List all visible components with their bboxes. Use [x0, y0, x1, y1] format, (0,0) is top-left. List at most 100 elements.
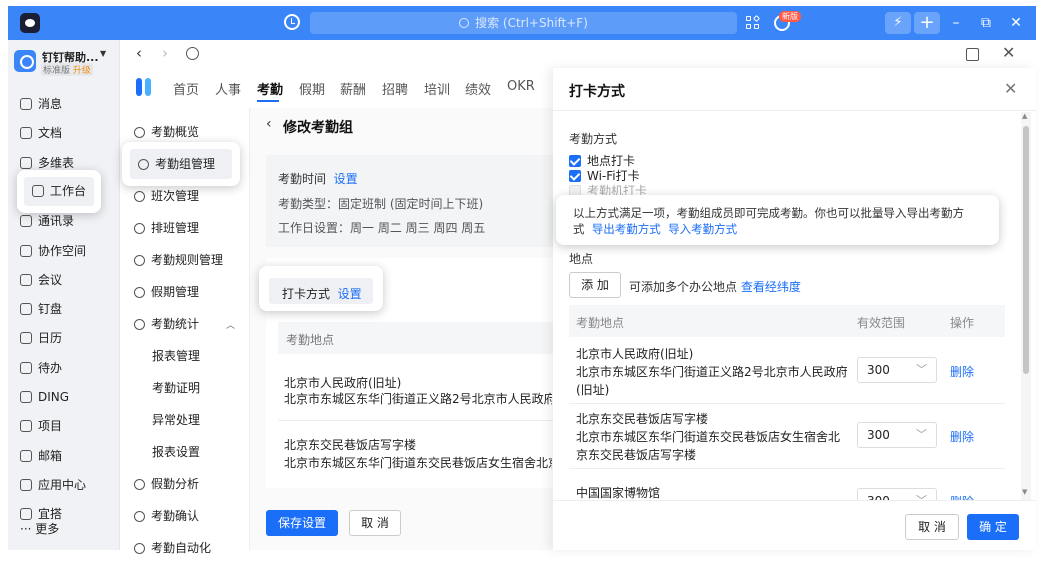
tab-2[interactable]: 考勤 — [257, 79, 283, 98]
upgrade-link[interactable]: 升级 — [73, 66, 91, 76]
sidebar-item-8[interactable]: 日历 — [8, 324, 120, 353]
search-icon — [459, 18, 470, 28]
view-coordinates-link[interactable]: 查看经纬度 — [741, 280, 801, 294]
save-settings-button[interactable]: 保存设置 — [266, 510, 338, 536]
tab-3[interactable]: 假期 — [299, 79, 325, 98]
restore-button[interactable]: ⧉ — [972, 12, 1000, 34]
location-table-header — [569, 305, 1005, 337]
export-link[interactable]: 导出考勤方式 — [592, 222, 661, 236]
scrollbar-thumb[interactable] — [1023, 126, 1029, 374]
sub-item-7[interactable]: 报表管理 — [120, 340, 250, 372]
sub-item-11[interactable]: 假勤分析 — [120, 468, 250, 500]
open-external-icon[interactable] — [966, 48, 979, 61]
checkbox-checked-icon[interactable] — [569, 155, 581, 167]
sidebar-item-15[interactable]: ··· 更多 — [8, 515, 120, 544]
divider — [569, 403, 1005, 404]
chevron-down-icon: ﹀ — [916, 428, 927, 441]
drawer-cancel-button[interactable]: 取 消 — [905, 514, 959, 540]
mail-icon — [20, 449, 32, 462]
tab-0[interactable]: 首页 — [173, 79, 199, 98]
magic-button[interactable]: ⚡ — [885, 12, 911, 34]
range-select[interactable]: 300﹀ — [857, 422, 937, 448]
schedule-icon — [134, 223, 145, 234]
sidebar-item-10[interactable]: DING — [8, 383, 120, 412]
scroll-up-icon[interactable]: ▲ — [1022, 112, 1027, 120]
active-tab-indicator — [257, 100, 279, 102]
sub-item-group-management[interactable]: 考勤组管理 — [130, 149, 232, 179]
minimize-button[interactable]: – — [942, 12, 970, 34]
search-placeholder: 搜索 (Ctrl+Shift+F) — [475, 16, 588, 30]
history-icon[interactable] — [284, 14, 300, 30]
ding-icon — [20, 391, 32, 403]
sidebar-item-1[interactable]: 文档 — [8, 119, 120, 148]
time-settings-link[interactable]: 设置 — [334, 172, 358, 186]
sidebar-item-9[interactable]: 待办 — [8, 354, 120, 383]
work-days: 工作日设置：周一 周二 周三 周四 周五 — [278, 221, 486, 235]
close-icon[interactable]: ✕ — [1004, 79, 1017, 98]
delete-link[interactable]: 删除 — [950, 428, 974, 445]
import-link[interactable]: 导入考勤方式 — [668, 222, 737, 236]
scroll-down-icon[interactable]: ▼ — [1022, 488, 1027, 496]
user-icon — [138, 159, 149, 170]
range-select[interactable]: 300﹀ — [857, 357, 937, 383]
contacts-icon — [20, 215, 32, 228]
sub-item-10[interactable]: 报表设置 — [120, 436, 250, 468]
checkin-settings-link[interactable]: 设置 — [338, 287, 362, 301]
sub-item-8[interactable]: 考勤证明 — [120, 372, 250, 404]
apps-icon[interactable] — [746, 14, 761, 30]
new-version-badge: 新版 — [779, 11, 801, 22]
chevron-up-icon[interactable]: ︿ — [226, 318, 235, 331]
location-name: 北京东交民巷饭店写字楼 — [284, 438, 417, 452]
drawer-footer — [553, 500, 1036, 550]
tab-6[interactable]: 培训 — [424, 79, 450, 98]
close-icon[interactable]: ✕ — [1002, 43, 1015, 62]
confirm-icon — [134, 511, 145, 522]
back-icon[interactable]: ‹ — [266, 116, 272, 132]
tab-1[interactable]: 人事 — [215, 79, 241, 98]
sidebar-item-7[interactable]: 钉盘 — [8, 295, 120, 324]
sub-item-4[interactable]: 考勤规则管理 — [120, 244, 250, 276]
org-tier-badge[interactable]: 标准版 升级 — [41, 63, 93, 76]
app-logo[interactable] — [20, 13, 40, 33]
sub-item-5[interactable]: 假期管理 — [120, 276, 250, 308]
sidebar-item-6[interactable]: 会议 — [8, 266, 120, 295]
tab-5[interactable]: 招聘 — [382, 79, 408, 98]
attendance-time-label: 考勤时间 设置 — [278, 172, 358, 186]
sub-item-13[interactable]: 考勤自动化 — [120, 532, 250, 564]
cancel-button[interactable]: 取 消 — [349, 510, 401, 536]
add-button[interactable]: + — [914, 12, 940, 34]
refresh-icon[interactable] — [186, 47, 199, 60]
sub-item-9[interactable]: 异常处理 — [120, 404, 250, 436]
tab-8[interactable]: OKR — [507, 79, 535, 94]
tab-7[interactable]: 绩效 — [465, 79, 491, 98]
sub-item-12[interactable]: 考勤确认 — [120, 500, 250, 532]
chevron-down-icon[interactable]: ▼ — [100, 49, 106, 58]
drawer-title: 打卡方式 — [569, 84, 625, 100]
sidebar-item-12[interactable]: 邮箱 — [8, 442, 120, 471]
location-name: 北京市人民政府(旧址) — [284, 376, 402, 390]
org-avatar[interactable] — [14, 50, 36, 72]
sidebar-item-13[interactable]: 应用中心 — [8, 471, 120, 500]
sub-item-3[interactable]: 排班管理 — [120, 212, 250, 244]
app-center-icon — [20, 478, 32, 491]
chevron-down-icon: ﹀ — [916, 363, 927, 376]
add-location-button[interactable]: 添 加 — [569, 272, 621, 298]
checkbox-checked-icon[interactable] — [569, 170, 581, 182]
drawer-confirm-button[interactable]: 确 定 — [967, 514, 1019, 540]
stats-icon — [134, 319, 145, 330]
sidebar-item-workbench[interactable]: 工作台 — [24, 177, 94, 206]
grid-icon — [32, 185, 44, 197]
search-input[interactable]: 搜索 (Ctrl+Shift+F) — [310, 12, 737, 34]
window-close-button[interactable]: ✕ — [1002, 12, 1030, 34]
back-icon[interactable]: ‹ — [136, 44, 142, 62]
forward-icon[interactable]: › — [162, 44, 168, 62]
delete-link[interactable]: 删除 — [950, 363, 974, 380]
sidebar-item-11[interactable]: 项目 — [8, 412, 120, 441]
table-row-place: 北京东交民巷饭店写字楼 北京市东城区东华门街道东交民巷饭店女生宿舍北京东交民巷饭… — [576, 412, 841, 462]
tab-4[interactable]: 薪酬 — [340, 79, 366, 98]
sidebar-item-0[interactable]: 消息 — [8, 90, 120, 119]
group-management-highlight: 考勤组管理 — [122, 142, 240, 186]
sidebar-item-5[interactable]: 协作空间 — [8, 237, 120, 266]
analysis-icon — [134, 479, 145, 490]
attendance-type: 考勤类型：固定班制 (固定时间上下班) — [278, 197, 484, 211]
